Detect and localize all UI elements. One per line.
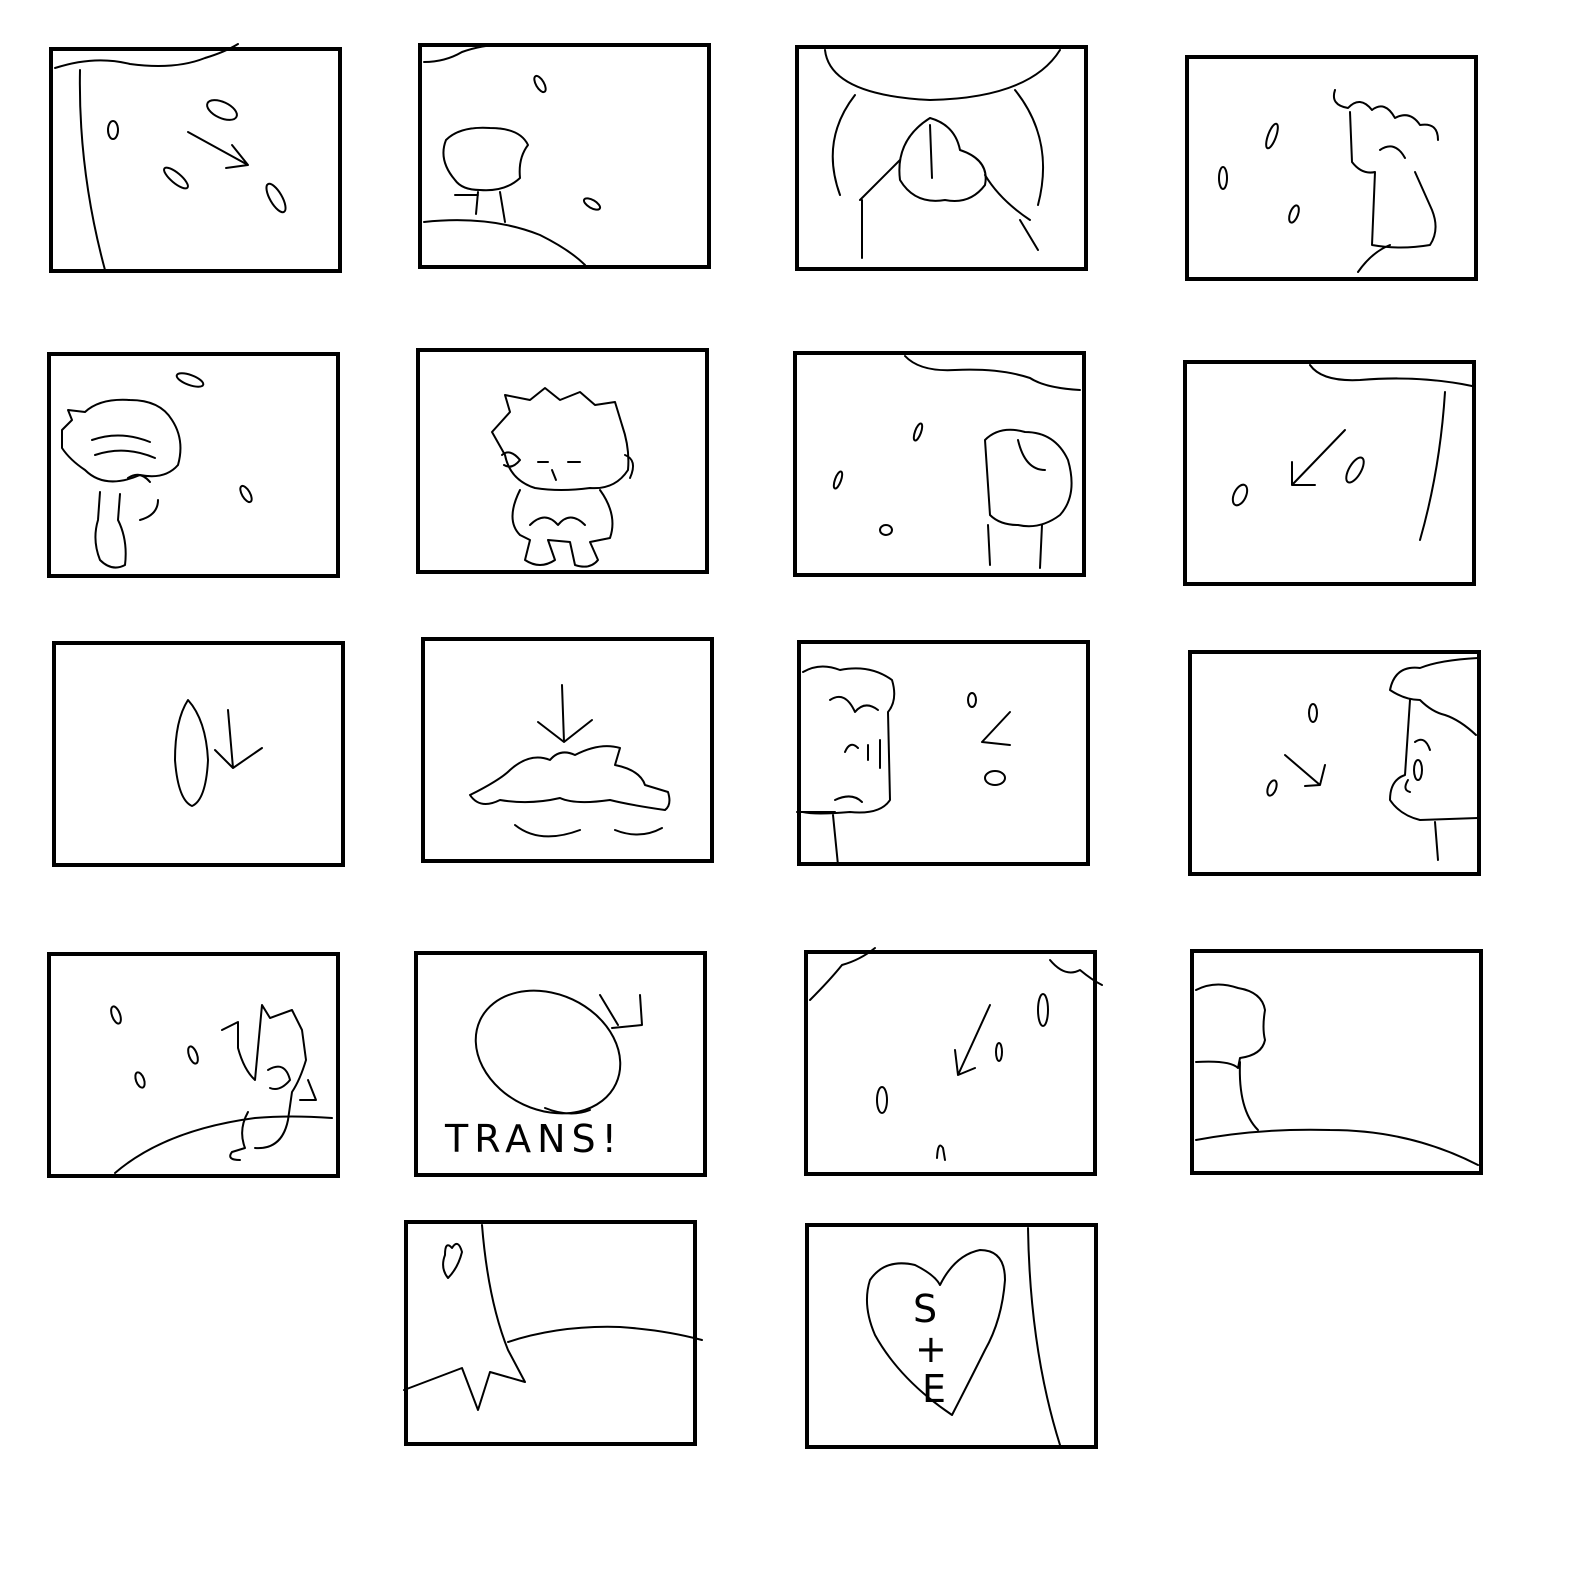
initial-plus: +: [915, 1327, 953, 1371]
panel-14: TRANS!: [414, 951, 707, 1177]
panel-4-frame: [1185, 55, 1478, 281]
panel-12: [1188, 650, 1481, 876]
panel-13-frame: [47, 952, 340, 1178]
panel-1: [49, 43, 342, 273]
panel-11: [796, 640, 1090, 866]
panel-6: [416, 348, 709, 574]
panel-9: [52, 641, 345, 867]
panel-10: [421, 637, 714, 863]
panel-17-frame: [404, 1220, 697, 1446]
transition-label: TRANS!: [444, 1117, 623, 1161]
initial-e: E: [922, 1367, 952, 1411]
panel-4: [1185, 55, 1478, 281]
panel-16-frame: [1190, 949, 1483, 1175]
panel-8-frame: [1183, 360, 1476, 586]
panel-16: [1190, 949, 1483, 1175]
panel-2-frame: [418, 43, 711, 269]
panel-7: [793, 351, 1086, 577]
panel-5: [47, 352, 340, 578]
storyboard-sheet: TRANS! S + E: [47, 43, 1483, 1449]
panel-10-frame: [421, 637, 714, 863]
panel-9-frame: [52, 641, 345, 867]
panel-2: [418, 43, 711, 269]
panel-13: [47, 952, 340, 1178]
panel-11-frame: [797, 640, 1090, 866]
panel-6-frame: [416, 348, 709, 574]
panel-15-frame: [804, 950, 1097, 1176]
panel-18: S + E: [805, 1223, 1098, 1449]
initial-s: S: [913, 1287, 943, 1331]
panel-8: [1183, 360, 1476, 586]
panel-5-frame: [47, 352, 340, 578]
panel-17: [403, 1220, 703, 1446]
panel-15: [804, 947, 1103, 1176]
panel-1-frame: [49, 47, 342, 273]
panel-3: [795, 45, 1088, 271]
